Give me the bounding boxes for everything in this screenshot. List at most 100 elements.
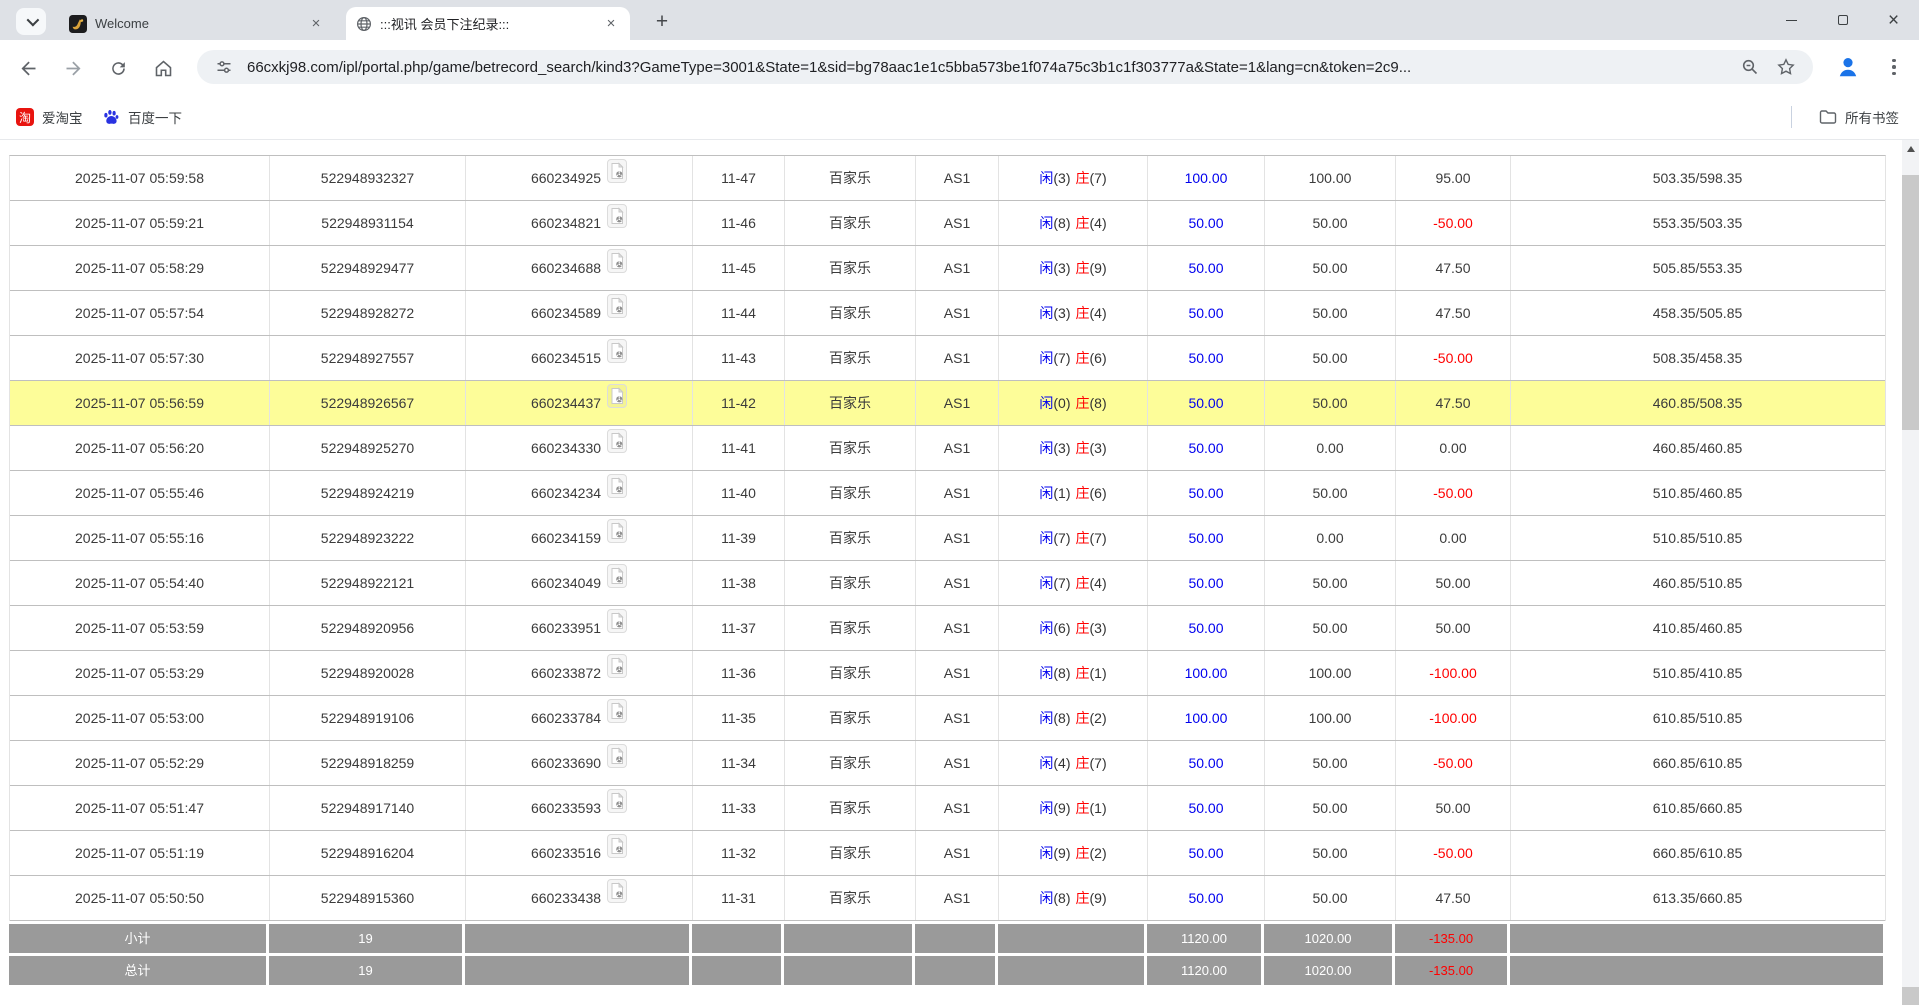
cell-valid-amount: 50.00	[1265, 561, 1396, 605]
record-media-button[interactable]	[607, 651, 627, 695]
all-bookmarks-button[interactable]: 所有书签	[1813, 104, 1905, 130]
tab-search-button[interactable]	[16, 8, 46, 35]
record-media-button[interactable]	[607, 336, 627, 380]
cell-bet-amount: 50.00	[1148, 516, 1265, 560]
tab-welcome[interactable]: Welcome ×	[59, 7, 335, 40]
subtotal-bet: 1120.00	[1147, 924, 1264, 953]
record-media-button[interactable]	[607, 381, 627, 425]
forward-icon	[63, 58, 84, 79]
cell-round: 11-44	[693, 291, 785, 335]
table-row: 2025-11-07 05:55:46 522948924219 6602342…	[10, 471, 1885, 516]
chevron-down-icon	[26, 14, 39, 27]
cell-bet-id: 522948918259	[270, 741, 466, 785]
record-media-button[interactable]	[607, 201, 627, 245]
url-text[interactable]: 66cxkj98.com/ipl/portal.php/game/betreco…	[247, 59, 1727, 76]
scrollbar-thumb[interactable]	[1902, 175, 1919, 430]
home-button[interactable]	[147, 52, 179, 84]
window-controls: ×	[1766, 0, 1919, 40]
cell-valid-amount: 50.00	[1265, 786, 1396, 830]
cell-bet-amount: 50.00	[1148, 561, 1265, 605]
tab-title: :::视讯 会员下注纪录:::	[380, 14, 594, 33]
record-media-button[interactable]	[607, 426, 627, 470]
cell-result: 闲(1)庄(6)	[999, 471, 1148, 515]
cell-valid-amount: 100.00	[1265, 651, 1396, 695]
record-media-button[interactable]	[607, 876, 627, 920]
total-label: 总计	[9, 956, 269, 985]
maximize-button[interactable]	[1817, 0, 1868, 40]
table-row: 2025-11-07 05:58:29 522948929477 6602346…	[10, 246, 1885, 291]
cell-result: 闲(3)庄(4)	[999, 291, 1148, 335]
cell-balance: 460.85/508.35	[1511, 381, 1884, 425]
minimize-button[interactable]	[1766, 0, 1817, 40]
cell-bet-amount: 50.00	[1148, 606, 1265, 650]
cell-game-id: 660234049	[466, 561, 693, 605]
record-media-button[interactable]	[607, 606, 627, 650]
reload-button[interactable]	[102, 52, 134, 84]
record-media-button[interactable]	[607, 561, 627, 605]
site-settings-icon[interactable]	[211, 54, 237, 80]
browser-menu-button[interactable]	[1882, 53, 1906, 81]
cell-bet-id: 522948917140	[270, 786, 466, 830]
cell-table: AS1	[916, 426, 999, 470]
cell-result: 闲(3)庄(9)	[999, 246, 1148, 290]
cell-bet-id: 522948915360	[270, 876, 466, 920]
cell-table: AS1	[916, 291, 999, 335]
record-media-button[interactable]	[607, 831, 627, 875]
cell-bet-id: 522948926567	[270, 381, 466, 425]
cell-table: AS1	[916, 651, 999, 695]
bookmarks-divider	[1791, 106, 1792, 128]
cell-bet-id: 522948932327	[270, 156, 466, 200]
record-media-button[interactable]	[607, 741, 627, 785]
tab-betrecord[interactable]: :::视讯 会员下注纪录::: ×	[346, 7, 630, 40]
profile-avatar[interactable]	[1834, 53, 1862, 81]
video-file-icon	[607, 294, 627, 318]
cell-win-loss: 47.50	[1396, 381, 1511, 425]
cell-win-loss: -100.00	[1396, 651, 1511, 695]
record-media-button[interactable]	[607, 696, 627, 740]
table-row: 2025-11-07 05:55:16 522948923222 6602341…	[10, 516, 1885, 561]
video-file-icon	[607, 834, 627, 858]
scroll-down-button[interactable]	[1902, 987, 1919, 1005]
record-media-button[interactable]	[607, 516, 627, 560]
record-media-button[interactable]	[607, 246, 627, 290]
cell-game-id: 660234688	[466, 246, 693, 290]
minimize-icon	[1786, 20, 1797, 21]
cell-game-type: 百家乐	[785, 876, 916, 920]
baidu-paw-icon	[102, 108, 120, 126]
cell-table: AS1	[916, 336, 999, 380]
bookmark-star-icon[interactable]	[1773, 54, 1799, 80]
cell-bet-id: 522948928272	[270, 291, 466, 335]
close-window-button[interactable]: ×	[1868, 0, 1919, 40]
cell-game-id: 660234234	[466, 471, 693, 515]
bookmark-taobao[interactable]: 淘 爱淘宝	[10, 104, 89, 130]
cell-round: 11-47	[693, 156, 785, 200]
cell-win-loss: -50.00	[1396, 201, 1511, 245]
cell-table: AS1	[916, 156, 999, 200]
video-file-icon	[607, 609, 627, 633]
cell-round: 11-36	[693, 651, 785, 695]
cell-valid-amount: 50.00	[1265, 606, 1396, 650]
table-row: 2025-11-07 05:57:30 522948927557 6602345…	[10, 336, 1885, 381]
record-media-button[interactable]	[607, 291, 627, 335]
cell-game-type: 百家乐	[785, 336, 916, 380]
cell-round: 11-34	[693, 741, 785, 785]
back-button[interactable]	[12, 52, 44, 84]
new-tab-button[interactable]: +	[648, 9, 676, 37]
cell-game-id: 660234515	[466, 336, 693, 380]
cell-round: 11-40	[693, 471, 785, 515]
scroll-up-button[interactable]	[1902, 140, 1919, 158]
bookmark-baidu[interactable]: 百度一下	[96, 104, 188, 130]
record-media-button[interactable]	[607, 156, 627, 200]
vertical-scrollbar[interactable]	[1902, 140, 1919, 1005]
forward-button[interactable]	[57, 52, 89, 84]
cell-round: 11-39	[693, 516, 785, 560]
globe-icon	[356, 16, 372, 32]
zoom-icon[interactable]	[1737, 54, 1763, 80]
close-tab-icon[interactable]: ×	[602, 15, 620, 33]
cell-result: 闲(8)庄(9)	[999, 876, 1148, 920]
record-media-button[interactable]	[607, 471, 627, 515]
address-bar[interactable]: 66cxkj98.com/ipl/portal.php/game/betreco…	[197, 50, 1813, 84]
record-media-button[interactable]	[607, 786, 627, 830]
video-file-icon	[607, 339, 627, 363]
close-tab-icon[interactable]: ×	[307, 15, 325, 33]
